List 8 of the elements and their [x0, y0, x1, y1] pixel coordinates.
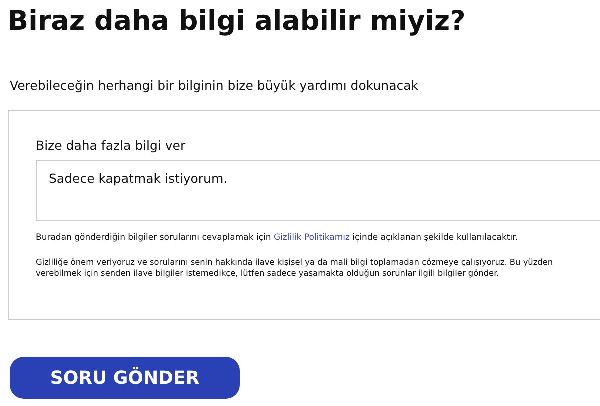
subtitle: Verebileceğin herhangi bir bilginin bize büyük yardımı dokunacak — [10, 78, 419, 93]
submit-button[interactable]: SORU GÖNDER — [10, 357, 240, 399]
page-title: Biraz daha bilgi alabilir miyiz? — [8, 5, 466, 39]
notice-text: Buradan gönderdiğin bilgiler sorularını cevaplamak için Gizlilik Politikamız içinde açıklanan şekilde kullanılacaktır. — [36, 233, 518, 243]
input-field[interactable]: Sadece kapatmak istiyorum. — [36, 160, 600, 221]
privacy-note: Gizliliğe önem veriyoruz ve sorularını senin hakkında ilave kişisel ya da mali bilgi toplamadan çözmeye çalışıyoruz. Bu yüzden verebilmek için senden ilave bilgiler istemedikçe, lütfen sadece yaşamakta olduğun sorunlar ilgili bilgiler gönder. — [36, 257, 554, 279]
privacy-link[interactable]: Gizlilik Politikamız — [274, 233, 350, 243]
field-label: Bize daha fazla bilgi ver — [36, 138, 186, 153]
